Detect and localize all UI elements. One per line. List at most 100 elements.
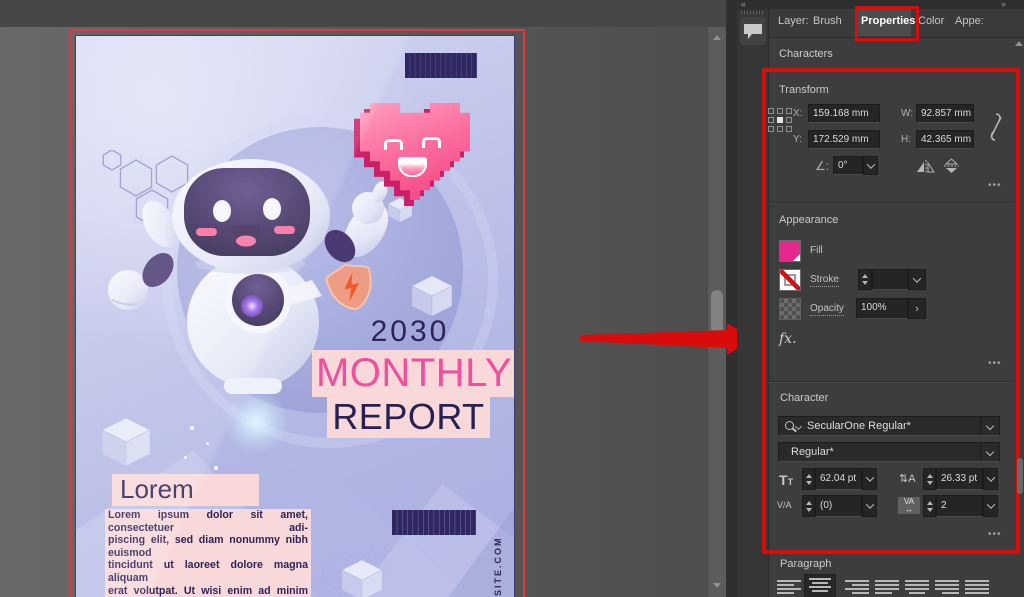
heart-eye-icon bbox=[422, 137, 441, 148]
stroke-weight-dropdown[interactable] bbox=[908, 269, 926, 290]
opacity-expand-button[interactable]: › bbox=[908, 298, 926, 319]
pixel-heart-face bbox=[360, 103, 470, 200]
document-scrollbar[interactable] bbox=[707, 27, 727, 597]
cube-shape bbox=[102, 418, 150, 466]
sparkle bbox=[214, 466, 218, 470]
poster-title-monthly[interactable]: MONTHLY bbox=[312, 350, 515, 397]
kerning-icon: V/A bbox=[777, 500, 792, 510]
flip-vertical-icon[interactable] bbox=[944, 158, 959, 174]
y-input[interactable]: 172.529 mm bbox=[808, 130, 880, 149]
stroke-weight-stepper[interactable] bbox=[858, 269, 872, 290]
appearance-more-options[interactable]: ••• bbox=[988, 358, 1002, 369]
para-align-center-button[interactable] bbox=[804, 574, 836, 597]
tab-layers[interactable]: Layer: bbox=[778, 15, 809, 27]
sparkle bbox=[190, 426, 194, 430]
character-more-options[interactable]: ••• bbox=[988, 529, 1002, 540]
collapse-left-icon[interactable]: « bbox=[741, 0, 746, 9]
fill-label[interactable]: Fill bbox=[810, 245, 823, 256]
rotate-angle-dropdown[interactable] bbox=[863, 156, 878, 175]
leading-icon: ⇅A bbox=[899, 472, 916, 485]
context-header: Characters bbox=[779, 48, 833, 60]
stroke-label[interactable]: Stroke bbox=[810, 274, 839, 287]
collapse-right-icon[interactable]: » bbox=[1001, 0, 1006, 9]
kerning-dropdown[interactable] bbox=[862, 495, 877, 517]
tab-appearance[interactable]: Appe: bbox=[955, 15, 984, 27]
fx-effects-button[interactable]: fx. bbox=[779, 331, 797, 347]
tab-brushes[interactable]: Brush bbox=[813, 15, 842, 27]
h-label: H: bbox=[901, 134, 911, 145]
tracking-stepper[interactable] bbox=[923, 495, 936, 517]
font-size-dropdown[interactable] bbox=[862, 468, 877, 490]
para-justify-right-button[interactable] bbox=[935, 577, 959, 597]
panel-scrollbar-thumb[interactable] bbox=[1017, 458, 1023, 494]
scroll-up-icon[interactable] bbox=[713, 35, 721, 40]
tracking-dropdown[interactable] bbox=[983, 495, 998, 517]
font-size-icon: TT bbox=[779, 472, 793, 488]
para-align-left-button[interactable] bbox=[777, 577, 801, 597]
fill-color-swatch[interactable] bbox=[779, 240, 801, 262]
kerning-input[interactable]: (0) bbox=[815, 495, 862, 517]
sparkle bbox=[206, 442, 209, 445]
reference-point-locator[interactable] bbox=[768, 108, 792, 132]
opacity-swatch[interactable] bbox=[779, 298, 801, 320]
tracking-icon: VA↔ bbox=[898, 497, 920, 514]
font-size-input[interactable]: 62.04 pt bbox=[815, 468, 862, 490]
stroke-weight-input[interactable] bbox=[872, 269, 908, 290]
flip-horizontal-icon[interactable] bbox=[917, 160, 935, 173]
panel-icon-strip bbox=[737, 9, 769, 597]
font-style-value: Regular* bbox=[791, 443, 834, 461]
leading-stepper[interactable] bbox=[923, 468, 936, 490]
font-family-value: SecularOne Regular* bbox=[807, 417, 911, 435]
para-justify-all-button[interactable] bbox=[965, 577, 989, 597]
font-style-select[interactable]: Regular* bbox=[778, 442, 1000, 462]
panel-gripper[interactable] bbox=[741, 11, 764, 15]
para-align-right-button[interactable] bbox=[845, 577, 869, 597]
para-justify-left-button[interactable] bbox=[875, 577, 899, 597]
dot-grid-top bbox=[405, 53, 477, 78]
poster-website-text[interactable]: YOURSITE.COM bbox=[493, 512, 503, 597]
font-search-icon bbox=[785, 421, 794, 430]
para-justify-center-button[interactable] bbox=[905, 577, 929, 597]
link-dimensions-icon[interactable] bbox=[988, 112, 1004, 142]
font-style-dropdown[interactable] bbox=[980, 443, 999, 461]
rotate-angle-input[interactable]: 0° bbox=[833, 156, 863, 175]
pixel-heart-illustration[interactable] bbox=[360, 103, 470, 200]
workspace-top-strip bbox=[0, 0, 737, 27]
leading-dropdown[interactable] bbox=[983, 468, 998, 490]
poster-body-text[interactable]: Lorem ipsum dolor sit amet, consectetuer… bbox=[105, 509, 311, 597]
w-label: W: bbox=[901, 108, 913, 119]
font-size-stepper[interactable] bbox=[802, 468, 815, 490]
scroll-down-icon[interactable] bbox=[713, 583, 721, 588]
h-input[interactable]: 42.365 mm bbox=[916, 130, 974, 149]
body-line: erat volutpat. Ut wisi enim ad minim ven… bbox=[105, 585, 311, 597]
opacity-input[interactable]: 100% bbox=[856, 298, 908, 319]
tab-color[interactable]: Color bbox=[918, 15, 944, 27]
body-line: tincidunt ut laoreet dolore magna aliqua… bbox=[105, 559, 311, 584]
opacity-label[interactable]: Opacity bbox=[810, 303, 844, 316]
leading-input[interactable]: 26.33 pt bbox=[936, 468, 983, 490]
poster-year-text[interactable]: 2030 bbox=[354, 315, 466, 349]
comments-button[interactable] bbox=[740, 17, 766, 45]
kerning-stepper[interactable] bbox=[802, 495, 815, 517]
paragraph-section-title: Paragraph bbox=[780, 558, 831, 570]
cube-shape bbox=[342, 560, 382, 597]
dot-grid-bottom bbox=[392, 510, 476, 535]
artboard-selection-border[interactable]: 2030 MONTHLY REPORT Lorem ipsum Lorem ip… bbox=[69, 29, 525, 597]
font-family-select[interactable]: SecularOne Regular* bbox=[778, 416, 1000, 436]
transform-more-options[interactable]: ••• bbox=[988, 180, 1002, 191]
poster-title-report[interactable]: REPORT bbox=[327, 397, 490, 438]
font-family-dropdown[interactable] bbox=[980, 417, 999, 435]
x-label: X: bbox=[793, 108, 802, 119]
canvas-area[interactable]: 2030 MONTHLY REPORT Lorem ipsum Lorem ip… bbox=[0, 27, 726, 597]
body-line: Lorem ipsum dolor sit amet, consectetuer… bbox=[105, 509, 311, 534]
speech-bubble-icon bbox=[743, 22, 763, 40]
character-section-title: Character bbox=[780, 392, 828, 404]
app-window: 2030 MONTHLY REPORT Lorem ipsum Lorem ip… bbox=[0, 0, 1024, 597]
tracking-input[interactable]: 2 bbox=[936, 495, 983, 517]
panel-scroll-up-icon[interactable] bbox=[1015, 41, 1023, 46]
w-input[interactable]: 92.857 mm bbox=[916, 104, 974, 123]
x-input[interactable]: 159.168 mm bbox=[808, 104, 880, 123]
stroke-color-swatch[interactable] bbox=[779, 269, 801, 291]
section-divider bbox=[768, 202, 1014, 204]
poster-heading-text[interactable]: Lorem ipsum bbox=[112, 474, 259, 506]
